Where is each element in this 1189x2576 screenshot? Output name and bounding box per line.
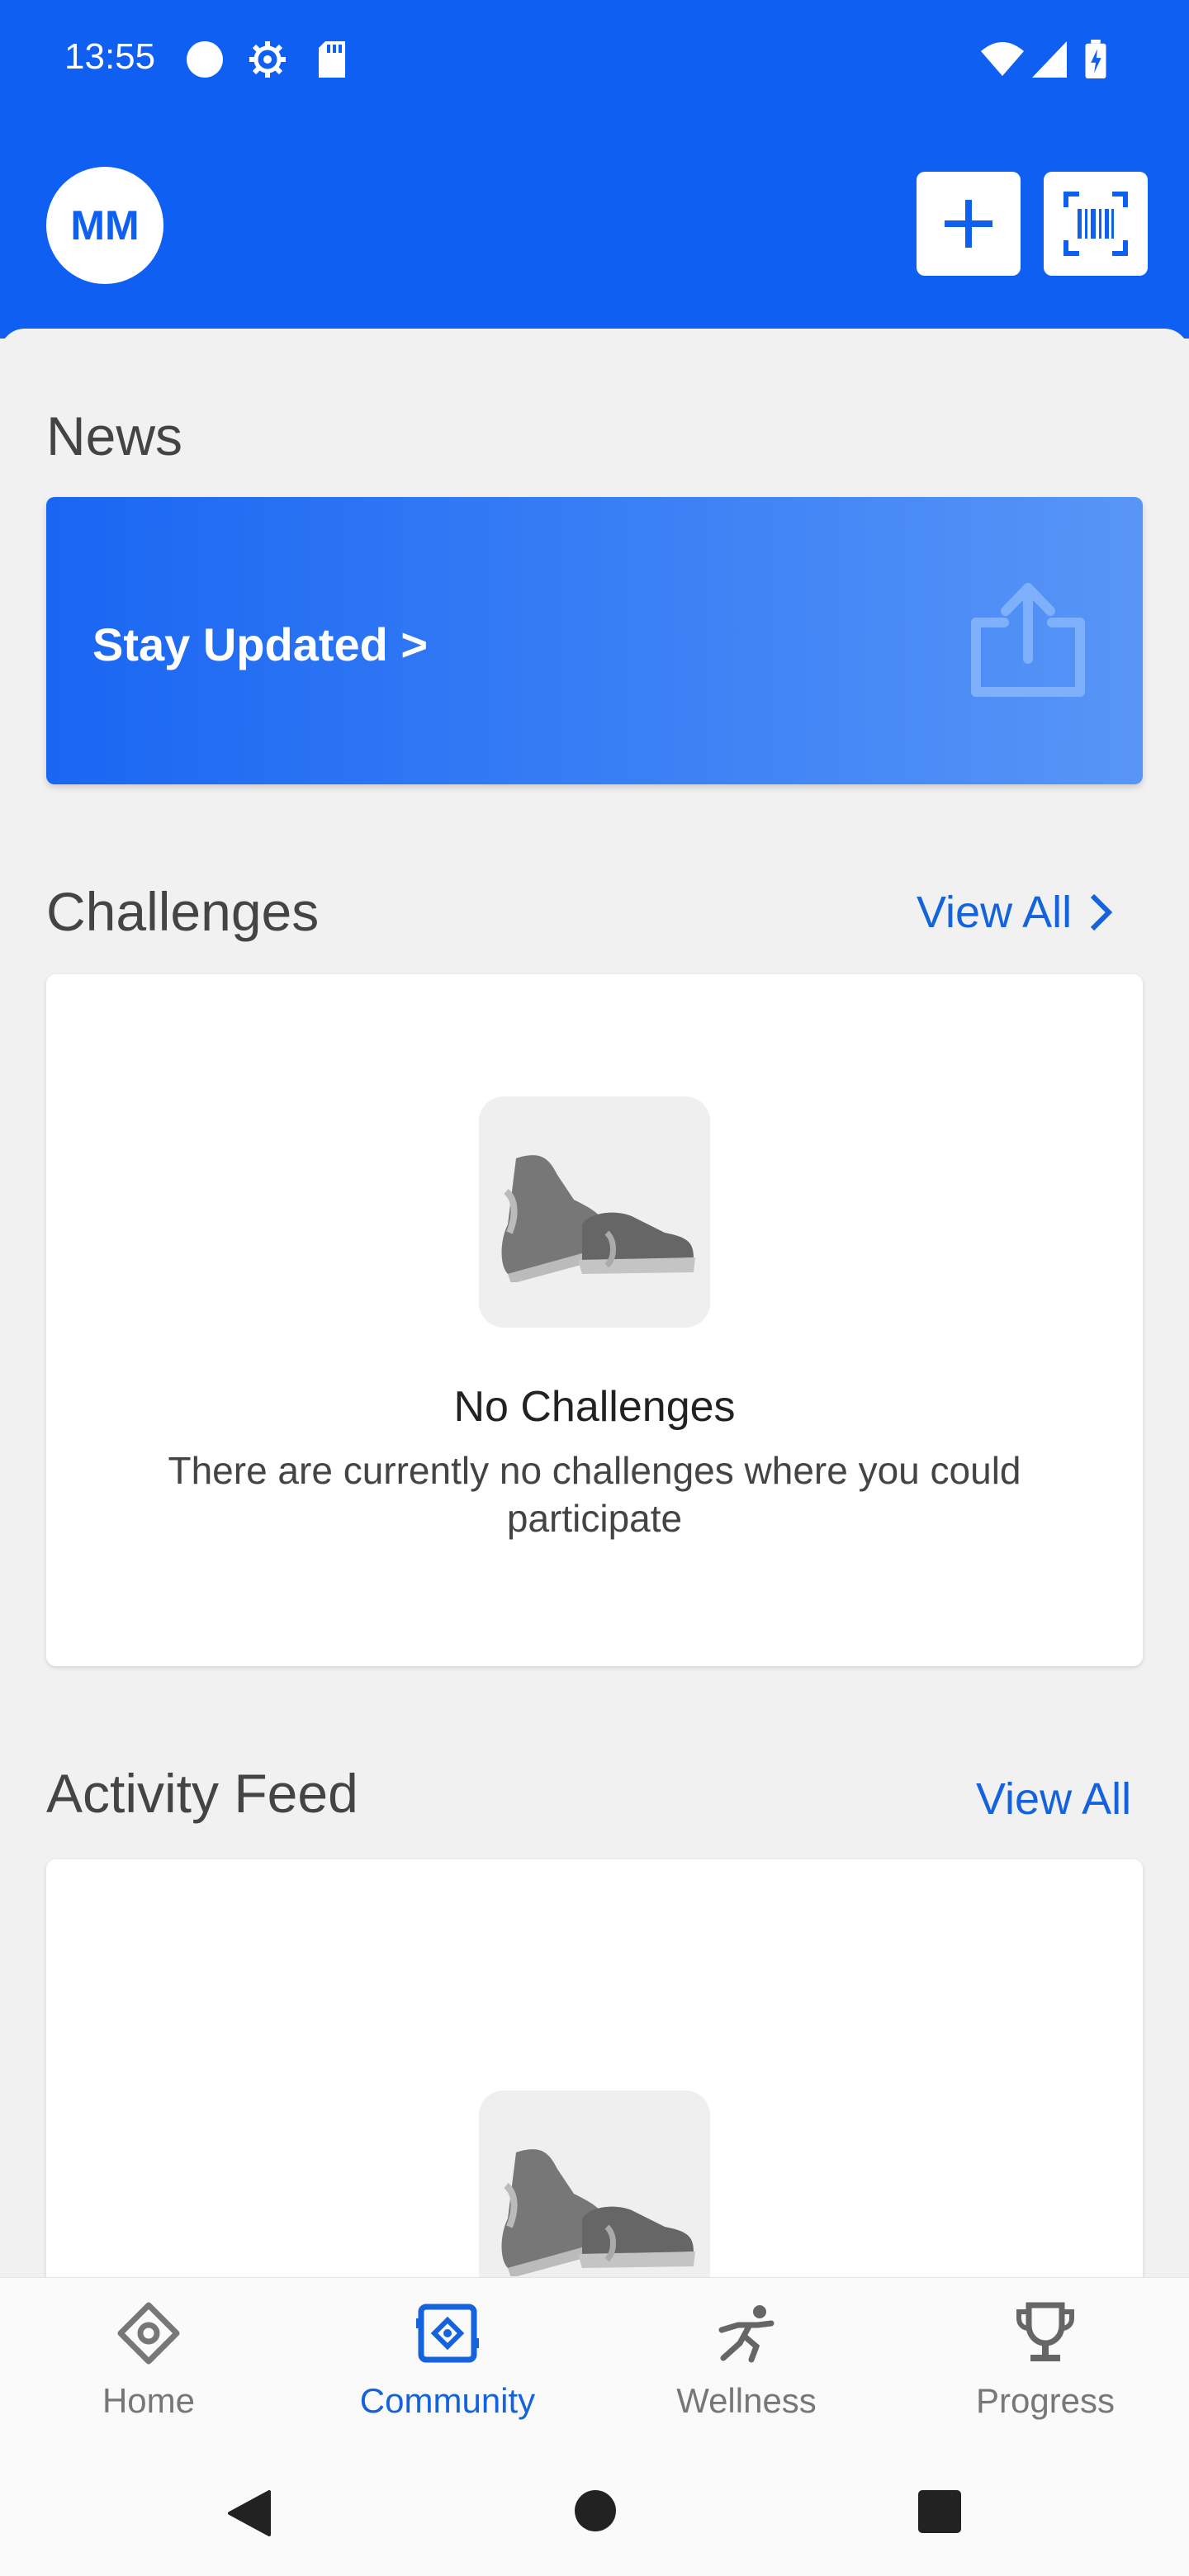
nav-item-community[interactable]: Community (299, 2278, 596, 2443)
home-diamond-icon (117, 2302, 180, 2365)
wifi-icon (981, 42, 1024, 76)
empty-state-subtitle: There are currently no challenges where … (168, 1449, 1021, 1540)
barcode-scan-icon (1063, 192, 1128, 256)
nav-label-home: Home (102, 2381, 196, 2420)
activity-feed-view-all-link[interactable]: View All (976, 1773, 1131, 1825)
view-all-label: View All (917, 888, 1073, 937)
status-bar: 13:55 (0, 0, 1189, 124)
status-time: 13:55 (64, 36, 156, 77)
shoe-illustration (479, 2091, 710, 2277)
battery-charging-icon (1085, 40, 1106, 79)
news-card-text: Stay Updated > (92, 618, 429, 670)
notification-dot-icon (187, 41, 223, 78)
sneakers-icon (501, 2149, 695, 2276)
cellular-signal-icon (1032, 41, 1067, 78)
settings-gear-icon (249, 41, 286, 78)
content-sheet: News Stay Updated > Challenges View All (0, 329, 1189, 2277)
chevron-right-icon (1090, 893, 1113, 931)
avatar[interactable]: MM (46, 167, 163, 284)
sneakers-icon (501, 1155, 695, 1282)
challenges-view-all-link[interactable]: View All (917, 887, 1113, 938)
trophy-icon (1016, 2302, 1074, 2361)
shoe-illustration (479, 1096, 710, 1328)
nav-label-wellness: Wellness (676, 2381, 817, 2420)
challenges-title: Challenges (46, 881, 320, 942)
nav-item-home[interactable]: Home (0, 2278, 297, 2443)
activity-feed-title: Activity Feed (46, 1763, 358, 1824)
nav-label-community: Community (359, 2381, 536, 2420)
nav-item-progress[interactable]: Progress (897, 2278, 1189, 2443)
sd-card-icon (319, 41, 345, 78)
activity-feed-card (46, 1859, 1143, 2277)
news-card[interactable]: Stay Updated > (46, 497, 1143, 784)
community-icon (416, 2304, 479, 2363)
system-navigation-bar (0, 2442, 1189, 2576)
nav-label-progress: Progress (975, 2381, 1116, 2420)
home-circle-icon[interactable] (573, 2488, 618, 2533)
plus-icon (945, 200, 992, 248)
challenges-card: No Challenges There are currently no cha… (46, 974, 1143, 1666)
scan-barcode-button[interactable] (1044, 172, 1148, 276)
news-title: News (46, 405, 183, 466)
running-person-icon (718, 2305, 775, 2363)
share-upload-icon (971, 583, 1085, 697)
add-button[interactable] (917, 172, 1021, 276)
empty-state-title: No Challenges (453, 1383, 736, 1431)
nav-item-wellness[interactable]: Wellness (598, 2278, 895, 2443)
bottom-navigation: Home Community Wellness Progress (0, 2277, 1189, 2442)
view-all-label: View All (976, 1774, 1132, 1824)
back-triangle-icon[interactable] (225, 2488, 274, 2538)
recents-square-icon[interactable] (917, 2488, 963, 2535)
app-bar: MM (0, 124, 1189, 339)
